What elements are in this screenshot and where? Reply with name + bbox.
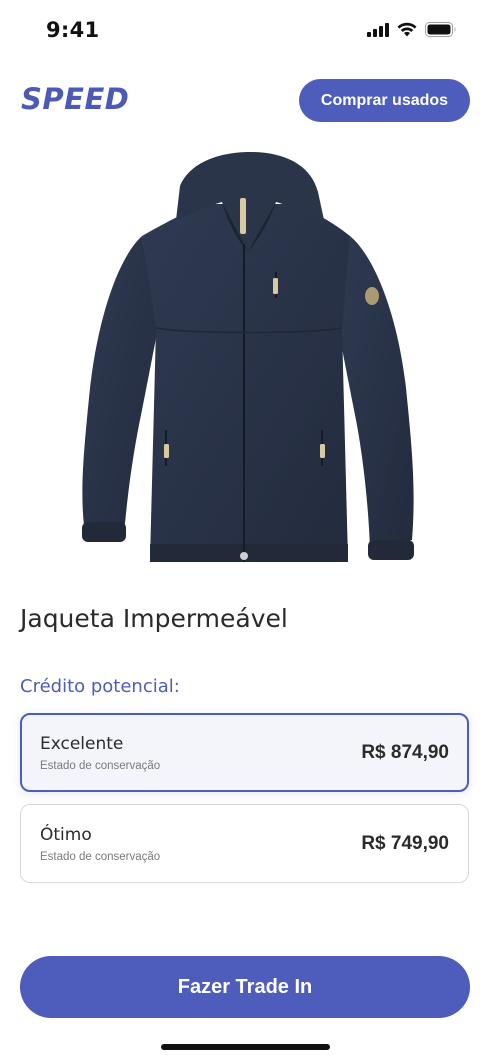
credit-label: Crédito potencial:: [20, 676, 180, 697]
option-price: R$ 749,90: [361, 833, 449, 854]
trade-in-button[interactable]: Fazer Trade In: [20, 956, 470, 1018]
condition-option-great[interactable]: Ótimo Estado de conservação R$ 749,90: [20, 804, 469, 883]
brand-logo[interactable]: SPEED: [21, 82, 129, 116]
option-price: R$ 874,90: [361, 742, 449, 763]
condition-option-excellent[interactable]: Excelente Estado de conservação R$ 874,9…: [20, 713, 469, 792]
wifi-icon: [397, 22, 417, 37]
option-name: Ótimo: [40, 825, 92, 845]
product-title: Jaqueta Impermeável: [20, 604, 288, 633]
buy-used-button[interactable]: Comprar usados: [299, 79, 470, 122]
cellular-signal-icon: [367, 22, 389, 37]
battery-icon: [425, 22, 456, 37]
status-time: 9:41: [46, 18, 100, 42]
status-bar: 9:41: [0, 0, 491, 62]
home-indicator[interactable]: [161, 1044, 330, 1050]
option-name: Excelente: [40, 734, 124, 754]
status-icons: [367, 22, 457, 37]
option-subtitle: Estado de conservação: [40, 851, 161, 863]
option-subtitle: Estado de conservação: [40, 760, 161, 772]
product-image: [82, 152, 414, 562]
